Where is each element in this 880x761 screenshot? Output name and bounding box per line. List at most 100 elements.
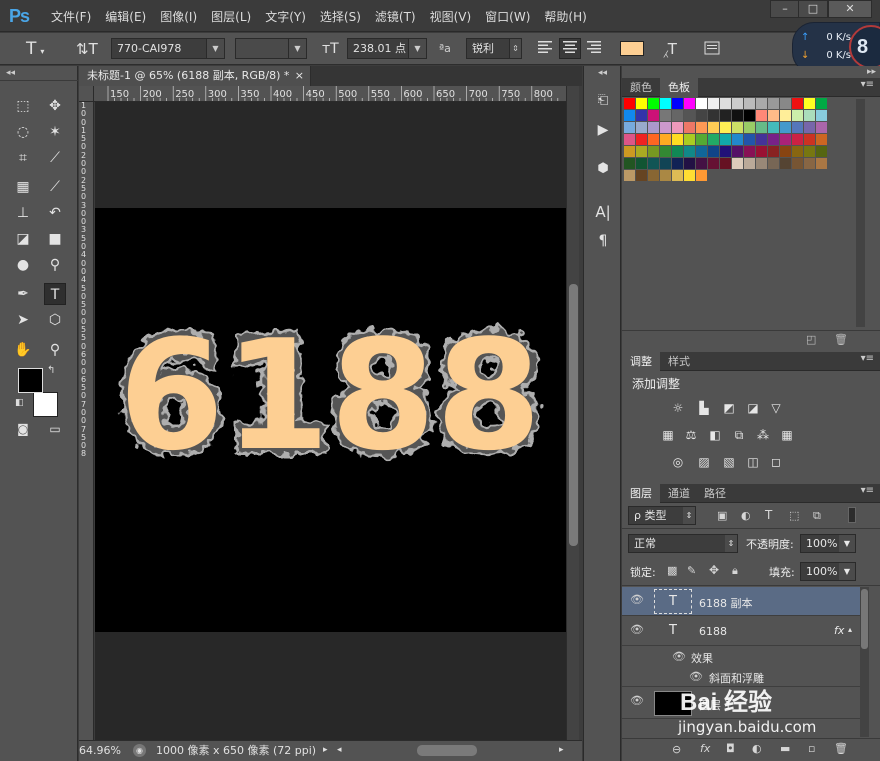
eraser-tool-icon[interactable]: ◪ bbox=[12, 228, 34, 250]
gradient-map-icon[interactable]: ◫ bbox=[745, 455, 761, 469]
color-swatch[interactable] bbox=[648, 158, 659, 169]
character-panel-icon[interactable]: A| bbox=[592, 201, 614, 223]
antialias-select[interactable]: 锐利 ⇕ bbox=[466, 38, 522, 59]
lock-all-icon[interactable]: 🔒︎ bbox=[732, 564, 738, 578]
history-brush-tool-icon[interactable]: ↶ bbox=[44, 202, 66, 224]
color-swatch[interactable] bbox=[696, 170, 707, 181]
color-swatch[interactable] bbox=[660, 110, 671, 121]
3d-panel-icon[interactable]: ⬢ bbox=[592, 158, 614, 180]
color-swatch[interactable] bbox=[816, 158, 827, 169]
hand-tool-icon[interactable]: ✋ bbox=[12, 339, 34, 361]
move-tool-icon[interactable]: ✥ bbox=[44, 95, 66, 117]
color-swatch[interactable] bbox=[624, 170, 635, 181]
color-swatch[interactable] bbox=[624, 110, 635, 121]
effects-fx-icon[interactable]: fx bbox=[834, 624, 844, 637]
align-right-icon[interactable] bbox=[586, 40, 602, 58]
color-swatch[interactable] bbox=[780, 134, 791, 145]
color-swatch[interactable] bbox=[684, 98, 695, 109]
background-color-swatch[interactable] bbox=[33, 392, 58, 417]
color-swatch[interactable] bbox=[792, 134, 803, 145]
threshold-icon[interactable]: ▧ bbox=[721, 455, 737, 469]
visibility-eye-icon[interactable]: 👁︎ bbox=[630, 594, 644, 605]
vertical-ruler[interactable]: 1001502002503003504004505005506006507007… bbox=[79, 102, 94, 742]
color-swatch[interactable] bbox=[816, 146, 827, 157]
color-swatch[interactable] bbox=[648, 170, 659, 181]
color-swatch[interactable] bbox=[648, 122, 659, 133]
color-swatch[interactable] bbox=[720, 158, 731, 169]
menu-type[interactable]: 文字(Y) bbox=[258, 8, 313, 25]
vibrance-icon[interactable]: ▽ bbox=[768, 401, 784, 415]
text-orientation-icon[interactable]: ⇅T bbox=[76, 40, 98, 58]
paragraph-panel-icon[interactable]: ¶ bbox=[592, 230, 614, 252]
tab-paths[interactable]: 路径 bbox=[696, 484, 734, 503]
scroll-left-icon[interactable]: ◂ bbox=[337, 741, 342, 760]
photo-filter-icon[interactable]: ⧉ bbox=[731, 428, 747, 442]
color-swatch[interactable] bbox=[804, 134, 815, 145]
lock-transparent-icon[interactable]: ▩ bbox=[667, 564, 677, 577]
color-lookup-icon[interactable]: ▦ bbox=[779, 428, 795, 442]
color-swatch[interactable] bbox=[624, 134, 635, 145]
font-size-select[interactable]: 238.01 点 ▼ bbox=[347, 38, 427, 59]
color-swatch[interactable] bbox=[636, 98, 647, 109]
horizontal-scroll-thumb[interactable] bbox=[417, 745, 477, 756]
zoom-level[interactable]: 64.96% bbox=[79, 741, 121, 760]
layer-name[interactable]: 6188 bbox=[699, 625, 727, 638]
color-swatch[interactable] bbox=[684, 146, 695, 157]
layer-name[interactable]: 6188 副本 bbox=[699, 595, 753, 611]
maximize-button[interactable]: □ bbox=[798, 0, 828, 18]
menu-image[interactable]: 图像(I) bbox=[153, 8, 204, 25]
color-swatch[interactable] bbox=[636, 158, 647, 169]
color-swatch[interactable] bbox=[660, 158, 671, 169]
color-swatch[interactable] bbox=[660, 134, 671, 145]
close-button[interactable]: ✕ bbox=[828, 0, 872, 18]
color-swatch[interactable] bbox=[768, 134, 779, 145]
filter-shape-icon[interactable]: ⬚ bbox=[789, 509, 799, 522]
shape-tool-icon[interactable]: ⬡ bbox=[44, 309, 66, 331]
color-swatch[interactable] bbox=[804, 98, 815, 109]
color-swatch[interactable] bbox=[672, 122, 683, 133]
tab-adjustments[interactable]: 调整 bbox=[622, 352, 660, 371]
color-swatch[interactable] bbox=[684, 122, 695, 133]
color-swatch[interactable] bbox=[636, 110, 647, 121]
menu-filter[interactable]: 滤镜(T) bbox=[368, 8, 423, 25]
scroll-thumb[interactable] bbox=[569, 284, 578, 546]
color-swatch[interactable] bbox=[696, 98, 707, 109]
color-balance-icon[interactable]: ⚖ bbox=[683, 428, 699, 442]
color-swatch[interactable] bbox=[684, 134, 695, 145]
color-swatch[interactable] bbox=[768, 122, 779, 133]
ruler-origin[interactable] bbox=[79, 86, 94, 102]
close-tab-icon[interactable]: × bbox=[295, 66, 304, 86]
color-swatch[interactable] bbox=[720, 134, 731, 145]
fill-field[interactable]: 100% ▼ bbox=[800, 562, 856, 581]
color-swatch[interactable] bbox=[744, 110, 755, 121]
panel-menu-icon[interactable]: ▾≡ bbox=[861, 353, 874, 364]
vertical-scrollbar[interactable] bbox=[566, 86, 579, 742]
status-info-icon[interactable]: ◉ bbox=[133, 744, 146, 757]
color-swatch[interactable] bbox=[780, 98, 791, 109]
eyedropper-tool-icon[interactable]: ⟋ bbox=[44, 147, 66, 169]
status-menu-arrow-icon[interactable]: ▸ bbox=[323, 741, 328, 760]
minimize-button[interactable]: – bbox=[770, 0, 800, 18]
levels-icon[interactable]: ▙ bbox=[696, 401, 712, 415]
swatch-scrollbar[interactable] bbox=[856, 99, 865, 327]
color-swatch[interactable] bbox=[744, 146, 755, 157]
color-swatch[interactable] bbox=[708, 98, 719, 109]
color-swatch[interactable] bbox=[672, 158, 683, 169]
color-swatch[interactable] bbox=[648, 134, 659, 145]
color-swatch[interactable] bbox=[684, 170, 695, 181]
path-selection-tool-icon[interactable]: ➤ bbox=[12, 309, 34, 331]
color-swatch[interactable] bbox=[696, 134, 707, 145]
filter-smart-object-icon[interactable]: ⧉ bbox=[813, 509, 821, 523]
lock-position-icon[interactable]: ✥ bbox=[709, 563, 719, 577]
color-swatch[interactable] bbox=[744, 134, 755, 145]
color-swatch[interactable] bbox=[804, 146, 815, 157]
filter-toggle[interactable] bbox=[848, 507, 856, 523]
color-swatch[interactable] bbox=[756, 134, 767, 145]
warp-text-icon[interactable]: ⁁T bbox=[664, 40, 677, 58]
panel-menu-icon[interactable]: ▾≡ bbox=[861, 79, 874, 90]
color-swatch[interactable] bbox=[708, 122, 719, 133]
color-swatch[interactable] bbox=[780, 146, 791, 157]
effects-row[interactable]: 👁︎ 效果 bbox=[622, 647, 860, 667]
tab-swatches[interactable]: 色板 bbox=[660, 78, 698, 97]
color-swatch[interactable] bbox=[672, 146, 683, 157]
